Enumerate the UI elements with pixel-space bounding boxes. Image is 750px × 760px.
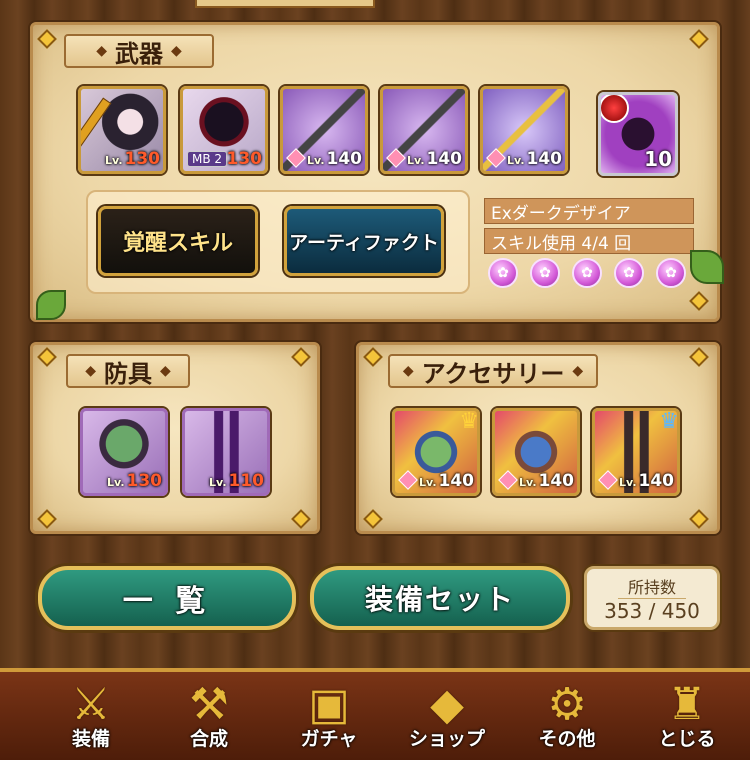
skill-orb-icon: ✿ [572,258,602,288]
skill-use-count: スキル使用 4/4 回 [484,228,694,254]
nav-label: 装備 [71,728,110,750]
diamond-ornament-icon: ◆ [96,43,107,59]
weapon-card-5[interactable]: Lv. 140 [480,86,568,174]
nav-label: とじる [658,728,716,750]
nav-equip[interactable]: ⚔ 装備 [36,678,146,758]
level-badge: Lv. 140 [419,471,474,491]
accessory-card-1[interactable]: ♛ Lv. 140 [392,408,480,496]
level-badge: Lv. 140 [619,471,674,491]
accessory-header-label: アクセサリー [421,359,565,388]
armor-header: ◆ 防具 ◆ [66,354,190,388]
equip-icon: ⚔ [71,678,111,730]
armor-card-1[interactable]: Lv. 130 [80,408,168,496]
nav-label: ガチャ [300,728,358,750]
top-tab-edge [195,0,375,8]
nav-label: ショップ [408,728,485,750]
list-button[interactable]: 一 覧 [38,566,296,630]
gacha-icon: ▣ [308,678,350,730]
armor-card-2[interactable]: Lv. 110 [182,408,270,496]
nav-label: 合成 [189,728,228,750]
nav-close[interactable]: ♜ とじる [632,678,742,758]
skill-orb-icon: ✿ [656,258,686,288]
weapon-card-2[interactable]: MB 2 130 [180,86,268,174]
level-badge: Lv. 140 [307,149,362,169]
accessory-card-2[interactable]: Lv. 140 [492,408,580,496]
nav-shop[interactable]: ◆ ショップ [392,678,502,758]
level-badge: Lv. 140 [519,471,574,491]
nav-gacha[interactable]: ▣ ガチャ [274,678,384,758]
weapon-header: ◆ 武器 ◆ [64,34,214,68]
gear-icon: ⚙ [547,678,587,730]
vine-decoration-icon [36,290,66,320]
diamond-ornament-icon: ◆ [160,363,171,379]
nav-synthesis[interactable]: ⚒ 合成 [154,678,264,758]
level-badge: 130 [226,149,263,169]
equip-set-button[interactable]: 装備セット [310,566,570,630]
shop-crystal-icon: ◆ [430,678,464,730]
accessory-card-3[interactable]: ♛ Lv. 140 [592,408,680,496]
weapon-card-4[interactable]: Lv. 140 [380,86,468,174]
weapon-header-label: 武器 [115,39,163,68]
accessory-header: ◆ アクセサリー ◆ [388,354,598,388]
vine-decoration-icon [690,250,724,284]
gold-crown-icon: ♛ [459,409,479,434]
artifact-button[interactable]: アーティファクト [284,206,444,276]
skill-orb-icon: ✿ [614,258,644,288]
skill-orb-icon: ✿ [530,258,560,288]
mb-badge: MB 2 [187,151,228,167]
close-statue-icon: ♜ [667,678,707,730]
awaken-skill-button[interactable]: 覚醒スキル [98,206,258,276]
level-badge: Lv. 140 [507,149,562,169]
count-badge: 10 [644,147,672,171]
nav-label: その他 [538,728,596,750]
diamond-ornament-icon: ◆ [572,363,584,379]
level-badge: Lv. 130 [105,149,160,169]
skill-orb-icon: ✿ [488,258,518,288]
weapon-card-1[interactable]: Lv. 130 [78,86,166,174]
level-badge: Lv. 140 [407,149,462,169]
diamond-ornament-icon: ◆ [402,363,414,379]
skill-name: Exダークデザイア [484,198,694,224]
weapon-card-3[interactable]: Lv. 140 [280,86,368,174]
owned-value: 353 / 450 [604,598,700,623]
blue-crown-icon: ♛ [659,409,679,434]
armor-header-label: 防具 [104,359,152,388]
owned-label: 所持数 [617,574,686,599]
diamond-ornament-icon: ◆ [171,43,182,59]
special-card[interactable]: 10 [598,92,678,176]
nav-other[interactable]: ⚙ その他 [512,678,622,758]
hammer-icon: ⚒ [189,678,229,730]
owned-count-box: 所持数 353 / 450 [584,566,720,630]
level-badge: Lv. 130 [107,471,162,491]
diamond-ornament-icon: ◆ [85,363,96,379]
demon-emblem-icon [601,95,629,123]
level-badge: Lv. 110 [209,471,264,491]
